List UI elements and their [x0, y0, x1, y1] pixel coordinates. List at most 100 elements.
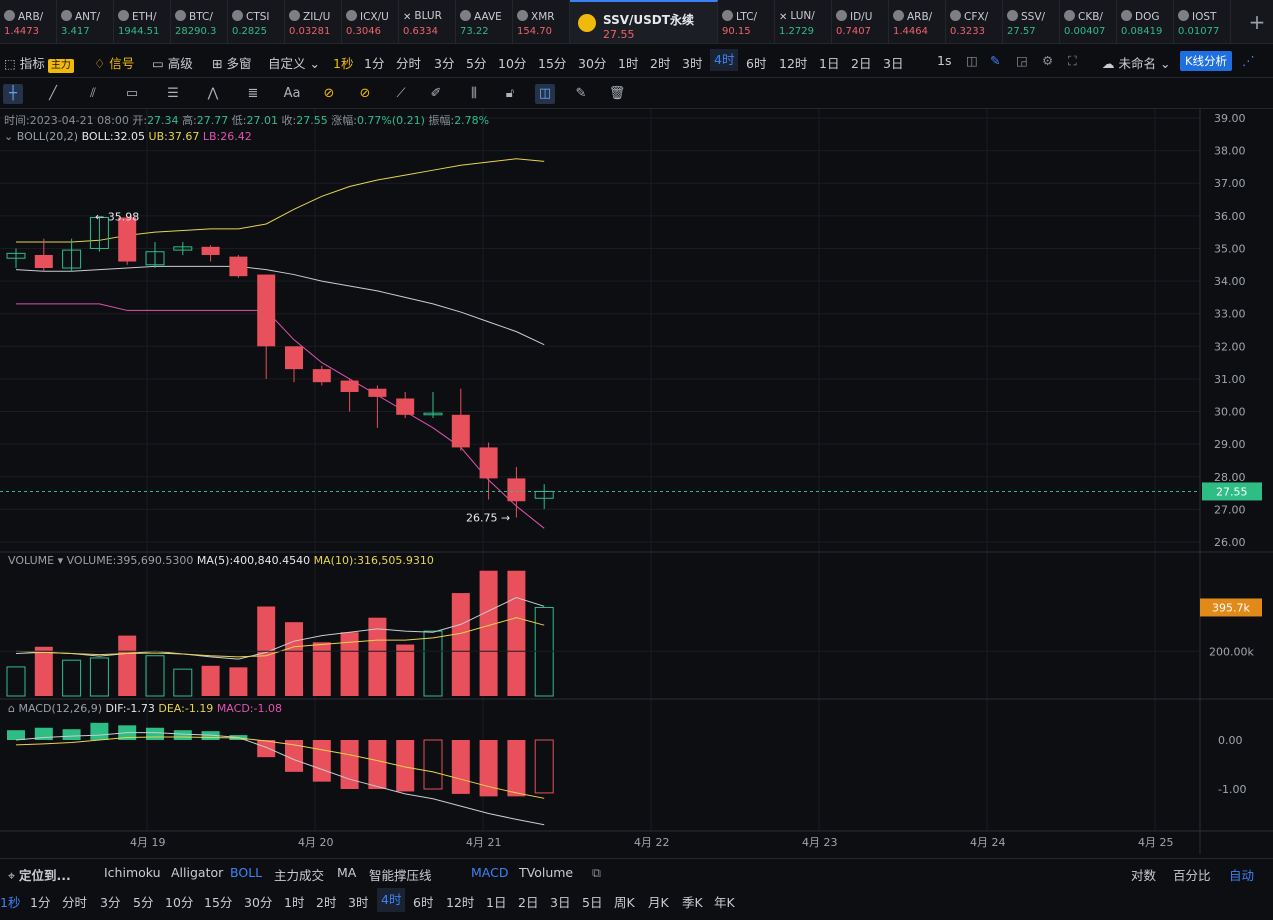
rectangle-icon[interactable]: ▭ [122, 84, 142, 104]
ticker-item[interactable]: ARB/1.4464 [889, 0, 946, 43]
interval-tab[interactable]: 3日 [883, 53, 903, 72]
ticker-item[interactable]: AAVE 73.22 [456, 0, 513, 43]
boll-indicator[interactable]: BOLL [230, 865, 262, 880]
multi-window-button[interactable]: ⊞ 多窗 [212, 53, 251, 72]
alligator-indicator[interactable]: Alligator [171, 865, 223, 880]
magnet-icon[interactable]: ⊘ [319, 84, 339, 104]
brush-icon[interactable]: ✐ [426, 84, 446, 104]
interval-tab[interactable]: 4时 [710, 49, 739, 71]
layout-name-dropdown[interactable]: ☁ 未命名 ⌄ [1102, 53, 1170, 72]
log-scale-toggle[interactable]: 对数 [1131, 865, 1156, 884]
macd-indicator[interactable]: MACD [471, 865, 508, 880]
advanced-button[interactable]: ▭ 高级 [152, 53, 193, 72]
kline-analysis-button[interactable]: K线分析 [1180, 51, 1233, 71]
signal-button[interactable]: ♢ 信号 [94, 53, 134, 72]
interval-tab[interactable]: 30分 [578, 53, 606, 72]
ticker-item[interactable]: ID/U 0.7407 [832, 0, 889, 43]
interval-tab[interactable]: 6时 [746, 53, 766, 72]
ticker-item[interactable]: ✕ BLUR 0.6334 [399, 0, 456, 43]
edit-icon[interactable]: ⧉ [592, 865, 601, 881]
interval-tab[interactable]: 1时 [618, 53, 638, 72]
interval-tab[interactable]: 1秒 [333, 53, 353, 72]
ticker-item[interactable]: CFX/0.3233 [946, 0, 1003, 43]
text-icon[interactable]: Aa [282, 84, 302, 104]
interval-option[interactable]: 1时 [284, 892, 304, 911]
ticker-item[interactable]: IOST 0.01077 [1174, 0, 1231, 43]
interval-option[interactable]: 6时 [413, 892, 433, 911]
trash-icon[interactable]: 🗑︎ [607, 84, 627, 104]
ticker-item[interactable]: ✕ LUN/1.2729 [775, 0, 832, 43]
interval-tab[interactable]: 3时 [682, 53, 702, 72]
interval-tab[interactable]: 10分 [498, 53, 526, 72]
edit-icon[interactable]: ✎ [571, 84, 591, 104]
lock-icon[interactable]: 🔓︎ [500, 84, 520, 104]
interval-option[interactable]: 月K [648, 892, 669, 911]
percent-scale-toggle[interactable]: 百分比 [1173, 865, 1211, 884]
ticker-item[interactable]: SSV/27.57 [1003, 0, 1060, 43]
main-trades-indicator[interactable]: 主力成交 [274, 865, 324, 884]
interval-option[interactable]: 分时 [62, 892, 87, 911]
ticker-item[interactable]: CTSI 0.2825 [228, 0, 285, 43]
ticker-item[interactable]: DOG 0.08419 [1117, 0, 1174, 43]
boll-name[interactable]: BOLL(20,2) [17, 130, 78, 143]
interval-option[interactable]: 1分 [30, 892, 50, 911]
ticker-item[interactable]: ARB/1.4473 [0, 0, 57, 43]
interval-option[interactable]: 5分 [133, 892, 153, 911]
interval-tab[interactable]: 12时 [779, 53, 807, 72]
strong-magnet-icon[interactable]: ⊘ [355, 84, 375, 104]
hide-drawings-icon[interactable]: ◫ [535, 84, 555, 104]
interval-option[interactable]: 15分 [204, 892, 232, 911]
interval-tab[interactable]: 5分 [466, 53, 486, 72]
add-ticker-icon[interactable]: + [1241, 0, 1273, 43]
ticker-item[interactable]: ICX/U 0.3046 [342, 0, 399, 43]
crosshair-icon[interactable]: ┼ [3, 84, 23, 104]
candlestick-chart[interactable]: 39.00 38.00 37.00 36.00 35.00 34.00 33.00 32.00… [0, 109, 1273, 854]
interval-option[interactable]: 2日 [518, 892, 538, 911]
interval-option[interactable]: 季K [682, 892, 703, 911]
interval-tab[interactable]: 3分 [434, 53, 454, 72]
interval-tab[interactable]: 2时 [650, 53, 670, 72]
second-interval[interactable]: 1s [937, 53, 951, 68]
ticker-item[interactable]: ANT/3.417 [57, 0, 114, 43]
interval-tab[interactable]: 2日 [851, 53, 871, 72]
interval-option[interactable]: 1秒 [0, 892, 20, 911]
interval-option[interactable]: 10分 [165, 892, 193, 911]
bell-icon[interactable]: ⌂ [8, 702, 15, 715]
active-ticker[interactable]: SSV/USDT永续 27.55 [570, 0, 718, 43]
ticker-item[interactable]: LTC/90.15 [718, 0, 775, 43]
interval-tab[interactable]: 分时 [396, 53, 421, 72]
settings-icon[interactable]: ⚙ [1042, 53, 1053, 68]
interval-option[interactable]: 4时 [377, 888, 406, 912]
macd-name[interactable]: MACD(12,26,9) [18, 702, 102, 715]
interval-tab[interactable]: 15分 [538, 53, 566, 72]
ticker-item[interactable]: ZIL/U 0.03281 [285, 0, 342, 43]
interval-option[interactable]: 周K [614, 892, 635, 911]
gann-icon[interactable]: ≣ [243, 84, 263, 104]
auto-scale-toggle[interactable]: 自动 [1229, 865, 1254, 884]
camera-icon[interactable]: ◫ [966, 53, 978, 68]
share-icon[interactable]: ⋰ [1242, 53, 1255, 68]
interval-option[interactable]: 2时 [316, 892, 336, 911]
ruler-icon[interactable]: ⟋ [391, 84, 411, 104]
ticker-item[interactable]: CKB/0.00407 [1060, 0, 1117, 43]
layout-icon[interactable]: ◲ [1016, 53, 1028, 68]
interval-option[interactable]: 5日 [582, 892, 602, 911]
interval-option[interactable]: 30分 [244, 892, 272, 911]
interval-tab[interactable]: 1分 [364, 53, 384, 72]
caret-down-icon[interactable]: ▾ [58, 554, 64, 567]
candles-icon[interactable]: ⫼ [464, 84, 484, 104]
collapse-icon[interactable]: ⌄ [4, 130, 13, 143]
ticker-item[interactable]: XMR 154.70 [513, 0, 570, 43]
interval-option[interactable]: 1日 [486, 892, 506, 911]
volume-name[interactable]: VOLUME [8, 554, 54, 567]
interval-option[interactable]: 3时 [348, 892, 368, 911]
trendline-icon[interactable]: ╱ [43, 84, 63, 104]
tvolume-indicator[interactable]: TVolume [519, 865, 573, 880]
fib-icon[interactable]: ☰ [163, 84, 183, 104]
ichimoku-indicator[interactable]: Ichimoku [104, 865, 161, 880]
fullscreen-icon[interactable]: ⛶ [1068, 53, 1077, 69]
pattern-icon[interactable]: ⋀ [203, 84, 223, 104]
interval-option[interactable]: 3分 [100, 892, 120, 911]
interval-option[interactable]: 12时 [446, 892, 474, 911]
interval-option[interactable]: 3日 [550, 892, 570, 911]
